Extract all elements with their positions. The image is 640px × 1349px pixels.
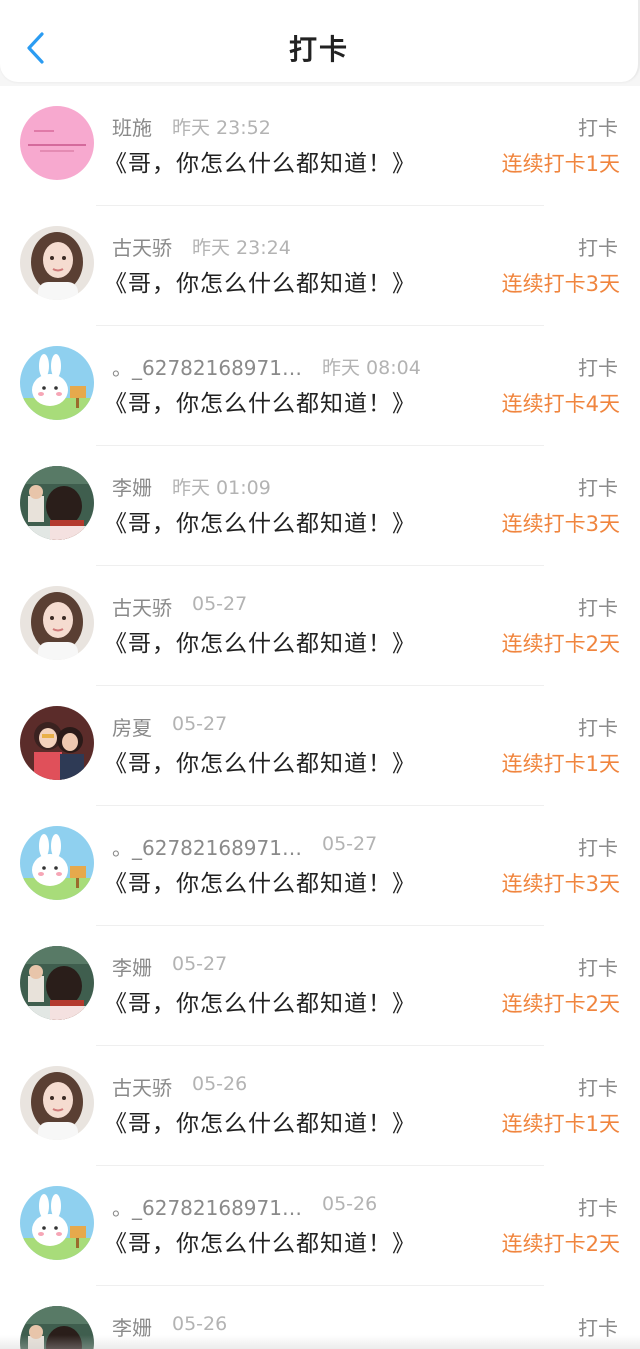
streak-badge: 连续打卡3天 [501,512,620,536]
streak-badge: 连续打卡2天 [501,1232,620,1256]
checkin-row[interactable]: 班施 昨天 23:52 《哥，你怎么什么都知道！》 打卡连续打卡1天 [0,86,640,206]
checkin-row[interactable]: 。_62782168971… 05-26 《哥，你怎么什么都知道！》 打卡连续打卡2天 [0,1166,640,1286]
checkin-row[interactable]: 古天骄 05-26 《哥，你怎么什么都知道！》 打卡连续打卡1天 [0,1046,640,1166]
checkin-row[interactable]: 。_62782168971… 05-27 《哥，你怎么什么都知道！》 打卡连续打卡3天 [0,806,640,926]
avatar[interactable] [20,706,94,780]
checkin-label: 打卡 [578,956,618,980]
checkin-row[interactable]: 古天骄 昨天 23:24 《哥，你怎么什么都知道！》 打卡连续打卡3天 [0,206,640,326]
book-title: 《哥，你怎么什么都知道！》 [104,391,416,417]
checkin-label: 打卡 [578,236,618,260]
checkin-time: 05-26 [321,1193,378,1215]
avatar[interactable] [20,346,94,420]
checkin-time: 昨天 23:24 [192,237,291,259]
checkin-label: 打卡 [578,116,618,140]
user-name[interactable]: 古天骄 [112,592,172,621]
book-title: 《哥，你怎么什么都知道！》 [104,631,416,657]
bunny-cartoon-avatar [20,826,94,900]
checkin-label: 打卡 [578,716,618,740]
streak-badge: 连续打卡3天 [501,272,620,296]
checkin-time: 昨天 08:04 [321,357,421,379]
checkin-time: 昨天 23:52 [172,117,271,139]
girl-photo-avatar [20,226,94,300]
couple-cartoon-avatar [20,706,94,780]
drama-still-avatar [20,466,94,540]
streak-badge: 连续打卡1天 [501,152,620,176]
checkin-label: 打卡 [578,1076,618,1100]
bunny-cartoon-avatar [20,1186,94,1260]
page-title: 打卡 [288,33,349,66]
checkin-row[interactable]: 李姗 昨天 01:09 《哥，你怎么什么都知道！》 打卡连续打卡3天 [0,446,640,566]
book-title: 《哥，你怎么什么都知道！》 [104,871,416,897]
checkin-row[interactable]: 。_62782168971… 昨天 08:04 《哥，你怎么什么都知道！》 打卡连续打… [0,326,640,446]
checkin-row[interactable]: 古天骄 05-27 《哥，你怎么什么都知道！》 打卡连续打卡2天 [0,566,640,686]
avatar[interactable] [20,826,94,900]
checkin-label: 打卡 [578,596,618,620]
girl-photo-avatar [20,1066,94,1140]
user-name[interactable]: 李姗 [112,472,152,501]
book-title: 《哥，你怎么什么都知道！》 [104,1111,416,1137]
pink-quote-avatar [20,106,94,180]
user-name[interactable]: 班施 [112,112,152,141]
user-name[interactable]: 古天骄 [112,1072,172,1101]
checkin-label: 打卡 [578,476,618,500]
avatar[interactable] [20,466,94,540]
checkin-row[interactable]: 李姗 05-27 《哥，你怎么什么都知道！》 打卡连续打卡2天 [0,926,640,1046]
book-title: 《哥，你怎么什么都知道！》 [104,511,416,537]
book-title: 《哥，你怎么什么都知道！》 [104,751,416,777]
avatar[interactable] [20,106,94,180]
bottom-edge [0,1335,640,1349]
avatar[interactable] [20,1186,94,1260]
book-title: 《哥，你怎么什么都知道！》 [104,271,416,297]
user-name[interactable]: 房夏 [112,712,152,741]
streak-badge: 连续打卡2天 [501,992,620,1016]
bunny-cartoon-avatar [20,346,94,420]
avatar[interactable] [20,586,94,660]
user-name[interactable]: 。_62782168971… [112,1192,302,1221]
streak-badge: 连续打卡3天 [501,872,620,896]
book-title: 《哥，你怎么什么都知道！》 [104,151,416,177]
checkin-time: 05-26 [172,1313,228,1335]
checkin-label: 打卡 [578,1196,618,1220]
checkin-row[interactable]: 房夏 05-27 《哥，你怎么什么都知道！》 打卡连续打卡1天 [0,686,640,806]
avatar[interactable] [20,226,94,300]
user-name[interactable]: 古天骄 [112,232,172,261]
checkin-label: 打卡 [578,356,618,380]
book-title: 《哥，你怎么什么都知道！》 [104,1231,416,1257]
checkin-list: 班施 昨天 23:52 《哥，你怎么什么都知道！》 打卡 连续打卡1天 古天骄 昨天 23:… [0,86,640,1349]
streak-badge: 连续打卡2天 [501,632,620,656]
user-name[interactable]: 。_62782168971… [112,352,302,381]
checkin-time: 05-27 [192,593,248,615]
checkin-time: 05-27 [172,953,228,975]
streak-badge: 连续打卡4天 [501,392,620,416]
top-bar: 打卡 [0,0,640,82]
avatar[interactable] [20,1066,94,1140]
checkin-page: 打卡 班施 昨天 23:52 《哥，你怎么什么都知道！》 打卡 连续打卡1天 古天骄 昨天 … [0,0,640,1349]
checkin-time: 05-27 [172,713,228,735]
user-name[interactable]: 李姗 [112,952,152,981]
checkin-time: 05-26 [192,1073,248,1095]
girl-photo-avatar [20,586,94,660]
user-name[interactable]: 。_62782168971… [112,832,302,861]
checkin-time: 昨天 01:09 [172,477,271,499]
checkin-label: 打卡 [578,836,618,860]
avatar[interactable] [20,946,94,1020]
book-title: 《哥，你怎么什么都知道！》 [104,991,416,1017]
streak-badge: 连续打卡1天 [501,752,620,776]
drama-still-avatar [20,946,94,1020]
checkin-time: 05-27 [321,833,378,855]
streak-badge: 连续打卡1天 [501,1112,620,1136]
